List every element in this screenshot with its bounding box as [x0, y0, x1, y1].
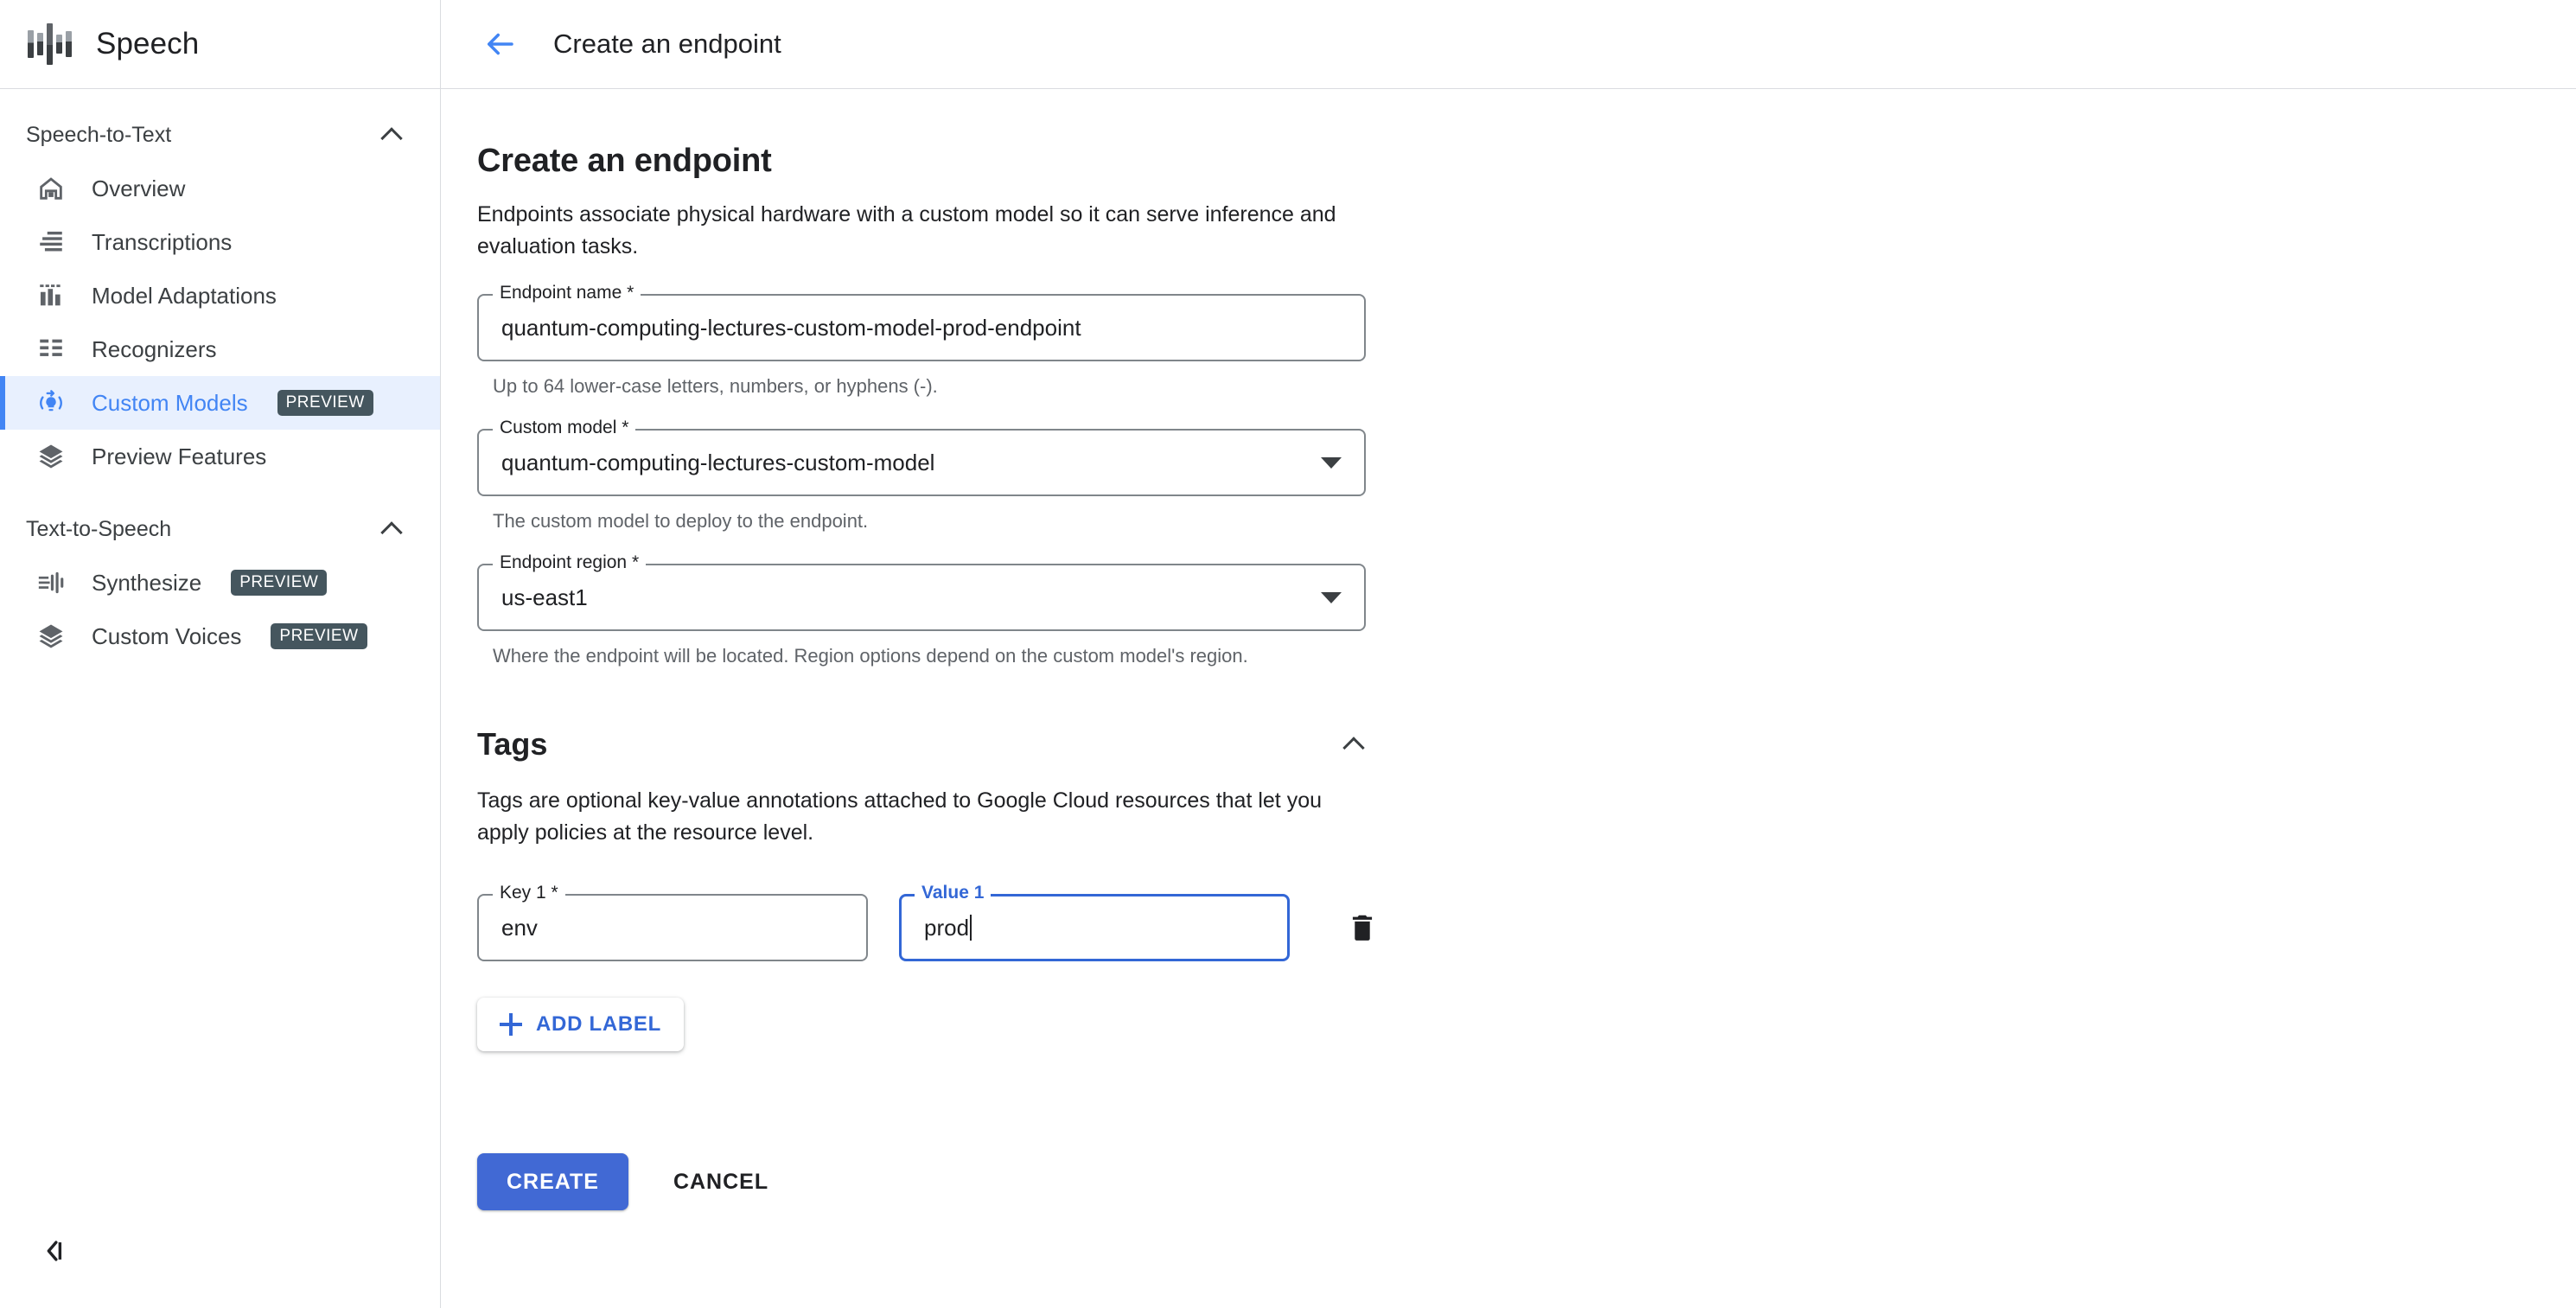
page-topbar: Create an endpoint [441, 0, 2576, 89]
main-content: Create an endpoint Create an endpoint En… [441, 0, 2576, 1308]
page-title: Create an endpoint [553, 29, 781, 59]
page-heading: Create an endpoint [477, 143, 772, 179]
chevron-up-icon[interactable] [1343, 733, 1366, 756]
text-cursor [970, 915, 972, 941]
sidebar-item-overview[interactable]: Overview [0, 162, 440, 215]
sidebar-item-model-adaptations[interactable]: Model Adaptations [0, 269, 440, 322]
plus-icon [500, 1013, 522, 1036]
endpoint-name-value: quantum-computing-lectures-custom-model-… [501, 314, 1081, 341]
status-badge: PREVIEW [231, 570, 328, 596]
home-icon [36, 174, 66, 203]
sidebar-item-custom-models[interactable]: Custom Models PREVIEW [0, 376, 440, 430]
sidebar-item-label: Synthesize [92, 569, 202, 596]
layers-icon [36, 442, 66, 471]
sidebar-item-label: Transcriptions [92, 228, 233, 255]
nav-group-speech-to-text[interactable]: Speech-to-Text [0, 108, 440, 162]
page-description: Endpoints associate physical hardware wi… [477, 202, 1336, 258]
endpoint-region-select[interactable]: us-east1 [477, 564, 1366, 631]
transcription-lines-icon [36, 227, 66, 257]
add-label-button-text: ADD LABEL [536, 1012, 661, 1036]
status-badge: PREVIEW [277, 390, 373, 416]
speech-waveform-logo-icon [28, 22, 72, 67]
custom-model-value: quantum-computing-lectures-custom-model [501, 449, 935, 475]
list-grid-icon [36, 335, 66, 364]
custom-model-select[interactable]: quantum-computing-lectures-custom-model [477, 429, 1366, 496]
custom-model-label: Custom model * [493, 418, 636, 438]
sidebar-item-label: Overview [92, 175, 186, 201]
layers-icon [36, 622, 66, 651]
tags-title: Tags [477, 726, 548, 762]
endpoint-name-label: Endpoint name * [493, 283, 641, 303]
chevron-down-icon[interactable] [1321, 591, 1342, 603]
custom-model-helper: The custom model to deploy to the endpoi… [493, 510, 869, 532]
endpoint-name-field[interactable]: Endpoint name * quantum-computing-lectur… [477, 283, 1366, 361]
sidebar-item-label: Custom Voices [92, 622, 242, 649]
create-button[interactable]: CREATE [477, 1153, 628, 1210]
tags-description: Tags are optional key-value annotations … [477, 788, 1323, 845]
nav-group-label: Text-to-Speech [26, 516, 172, 541]
collapse-panel-icon[interactable] [35, 1232, 73, 1270]
tag-key-field[interactable]: Key 1 * env [477, 883, 868, 961]
form-actions: CREATE CANCEL [477, 1153, 1910, 1210]
nav-group-label: Speech-to-Text [26, 122, 172, 147]
sidebar-item-label: Custom Models [92, 389, 248, 416]
tag-key-value: env [501, 914, 538, 941]
endpoint-region-field[interactable]: Endpoint region * us-east1 [477, 552, 1366, 631]
tag-row: Key 1 * env Value 1 prod [477, 883, 1910, 961]
sidebar: Speech Speech-to-Text Overview Transcrip… [0, 0, 441, 1308]
status-badge: PREVIEW [271, 623, 367, 649]
endpoint-region-value: us-east1 [501, 584, 588, 610]
endpoint-name-helper: Up to 64 lower-case letters, numbers, or… [493, 375, 938, 397]
sidebar-item-synthesize[interactable]: Synthesize PREVIEW [0, 556, 440, 609]
chevron-up-icon[interactable] [381, 518, 404, 540]
sidebar-item-recognizers[interactable]: Recognizers [0, 322, 440, 376]
cancel-button[interactable]: CANCEL [668, 1170, 774, 1195]
chevron-up-icon[interactable] [381, 124, 404, 146]
endpoint-name-input[interactable]: quantum-computing-lectures-custom-model-… [477, 294, 1366, 361]
model-tuning-icon [36, 388, 66, 418]
tag-value-input[interactable]: prod [899, 894, 1290, 961]
sidebar-item-custom-voices[interactable]: Custom Voices PREVIEW [0, 609, 440, 663]
tags-section-header[interactable]: Tags [477, 726, 1366, 762]
back-arrow-icon[interactable] [477, 22, 522, 67]
sidebar-item-label: Model Adaptations [92, 282, 277, 309]
tag-value-value: prod [924, 914, 970, 941]
tag-value-label: Value 1 [915, 883, 992, 903]
sidebar-item-label: Preview Features [92, 443, 267, 469]
tag-key-label: Key 1 * [493, 883, 565, 903]
endpoint-region-label: Endpoint region * [493, 552, 647, 573]
brand-title: Speech [96, 27, 200, 61]
form-container: Create an endpoint Endpoints associate p… [441, 89, 1910, 1210]
tag-value-field[interactable]: Value 1 prod [899, 883, 1290, 961]
tag-key-input[interactable]: env [477, 894, 868, 961]
chevron-down-icon[interactable] [1321, 456, 1342, 469]
app-root: Speech Speech-to-Text Overview Transcrip… [0, 0, 2576, 1308]
sidebar-item-preview-features[interactable]: Preview Features [0, 430, 440, 483]
endpoint-region-helper: Where the endpoint will be located. Regi… [493, 645, 1248, 667]
bar-chart-icon [36, 281, 66, 310]
sidebar-item-transcriptions[interactable]: Transcriptions [0, 215, 440, 269]
trash-icon[interactable] [1340, 905, 1385, 950]
add-label-button[interactable]: ADD LABEL [477, 998, 684, 1051]
synthesize-waveform-icon [36, 568, 66, 597]
nav-group-text-to-speech[interactable]: Text-to-Speech [0, 502, 440, 556]
brand-header: Speech [0, 0, 440, 89]
sidebar-item-label: Recognizers [92, 335, 217, 362]
custom-model-field[interactable]: Custom model * quantum-computing-lecture… [477, 418, 1366, 496]
